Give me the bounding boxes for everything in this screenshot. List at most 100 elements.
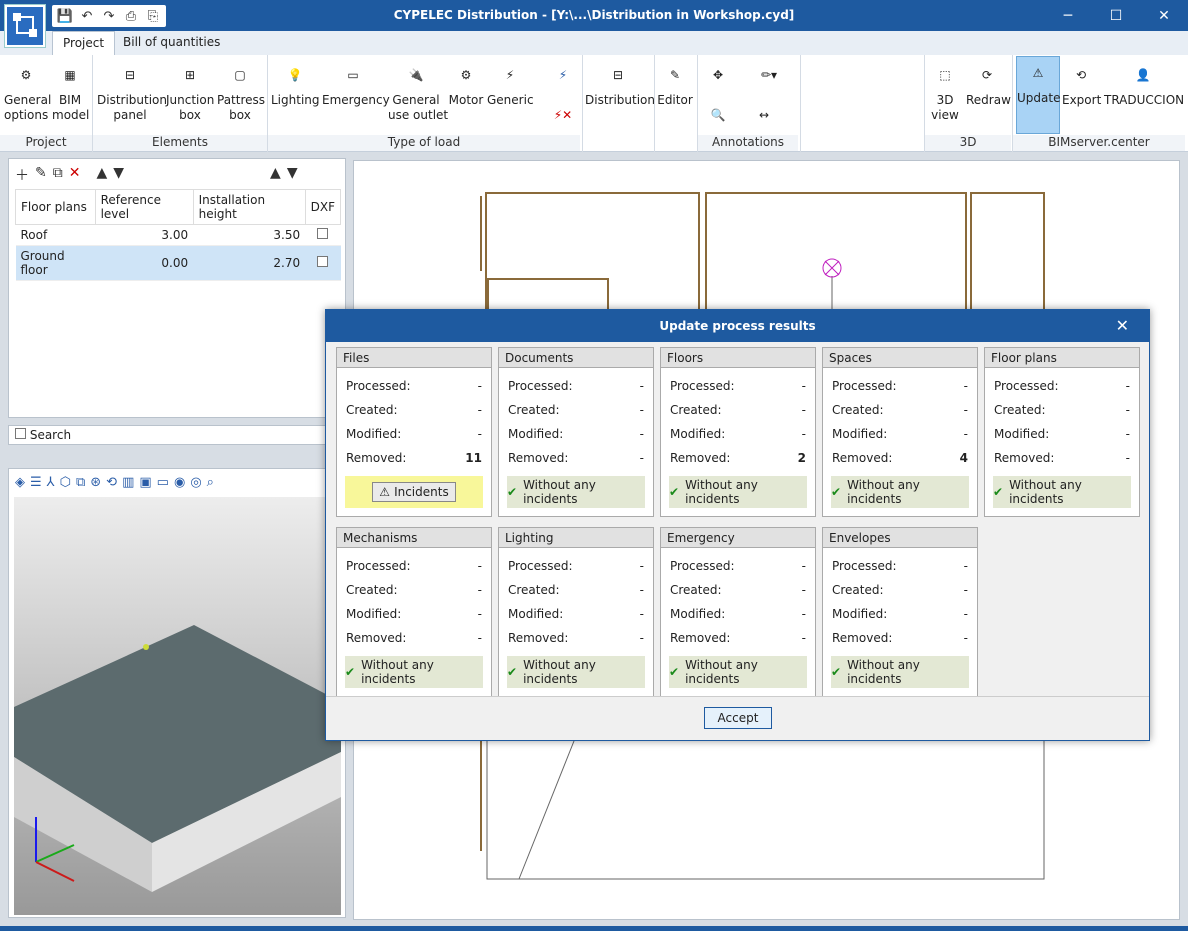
- building-3d-render: [14, 625, 341, 892]
- reference-level: 0.00: [95, 245, 194, 281]
- motor-button[interactable]: ⚙ Motor: [447, 59, 485, 108]
- installation-height: 3.50: [193, 224, 306, 246]
- delete-icon[interactable]: ✕: [69, 165, 81, 185]
- user-check-icon: 👤: [1135, 67, 1151, 82]
- dimension-button[interactable]: ↔: [746, 99, 782, 133]
- row-label: Modified:: [508, 427, 564, 441]
- distribution-button[interactable]: ⊟ Distribution: [585, 59, 656, 108]
- processed-value: -: [477, 379, 482, 393]
- processed-value: -: [1125, 379, 1130, 393]
- zoom-icon[interactable]: ⌕: [207, 475, 214, 490]
- move-down-icon[interactable]: ▼: [113, 165, 124, 185]
- minimize-button[interactable]: ─: [1044, 0, 1092, 31]
- dxf-checkbox[interactable]: [317, 228, 329, 239]
- row-label: Modified:: [832, 607, 888, 621]
- column-header[interactable]: DXF: [304, 189, 342, 225]
- layers-icon[interactable]: ☰: [30, 475, 42, 490]
- dxf-checkbox[interactable]: [317, 256, 329, 267]
- junction-box-button[interactable]: ⊞ Junction box: [166, 59, 214, 123]
- general-use-outlet-button[interactable]: 🔌 General use outlet: [388, 59, 448, 123]
- picture-icon[interactable]: ▣: [139, 475, 151, 490]
- emergency-button[interactable]: ▭ Emergency: [322, 59, 390, 108]
- group-label-project: Project: [0, 135, 92, 151]
- update-button[interactable]: ⚠ Update: [1016, 56, 1060, 134]
- eye-icon[interactable]: ◉: [174, 475, 185, 490]
- generic-button[interactable]: ⚡ Generic: [487, 59, 534, 108]
- add-icon[interactable]: ＋: [15, 165, 29, 185]
- motor-label: Motor: [448, 93, 484, 107]
- axes-icon[interactable]: ⅄: [47, 475, 55, 490]
- tab-project[interactable]: Project: [52, 31, 116, 55]
- export-button[interactable]: ⟲ Export: [1062, 59, 1101, 108]
- screen-icon[interactable]: ▭: [157, 475, 169, 490]
- move-up-icon[interactable]: ▲: [96, 165, 107, 185]
- search-bar: Search: [8, 425, 346, 445]
- accept-button[interactable]: Accept: [704, 707, 772, 729]
- cube-icon[interactable]: ⬡: [60, 475, 71, 490]
- column-header[interactable]: Reference level: [94, 189, 194, 225]
- redraw-button[interactable]: ⟳ Redraw: [966, 59, 1011, 108]
- 3d-viewport[interactable]: [14, 497, 341, 915]
- delete-load-button[interactable]: ⚡✕: [546, 99, 580, 133]
- dialog-close-icon[interactable]: ✕: [1116, 310, 1129, 342]
- edit-load-button[interactable]: ⚡: [546, 59, 580, 93]
- search-checkbox[interactable]: [15, 428, 26, 439]
- undo-icon[interactable]: ↶: [78, 7, 96, 25]
- result-card-emergency: Emergency Processed: - Created: - Modified…: [660, 527, 816, 697]
- sort-up-icon[interactable]: ▲: [270, 165, 281, 185]
- 3d-view-button[interactable]: ⬚ 3D view: [928, 59, 962, 123]
- text-move-button[interactable]: ✥: [700, 59, 736, 93]
- lightning-delete-icon: ⚡✕: [553, 107, 573, 122]
- result-card-files: Files Processed: - Created: - Modified: - R…: [336, 347, 492, 517]
- column-header[interactable]: Installation height: [192, 189, 306, 225]
- redo-icon[interactable]: ↷: [100, 7, 118, 25]
- 3d-mode-icon[interactable]: ◎: [190, 475, 201, 490]
- table-row[interactable]: Roof 3.00 3.50: [15, 224, 341, 246]
- incidents-button[interactable]: ⚠ Incidents: [372, 482, 456, 502]
- editor-label: Editor: [657, 93, 693, 107]
- column-header[interactable]: Floor plans: [15, 189, 96, 225]
- rotate-icon[interactable]: ⟲: [106, 475, 117, 490]
- print-preview-icon[interactable]: ⎘: [144, 7, 162, 25]
- section-icon[interactable]: ▥: [122, 475, 134, 490]
- print-icon[interactable]: ⎙: [122, 7, 140, 25]
- status-box: ✔ Without any incidents: [831, 656, 969, 688]
- row-label: Processed:: [832, 559, 897, 573]
- row-label: Created:: [508, 583, 560, 597]
- app-logo-icon[interactable]: [4, 4, 46, 48]
- export-icon: ⟲: [1075, 67, 1087, 82]
- general-options-button[interactable]: ⚙ General options: [4, 59, 51, 123]
- distribution-label: Distribution: [585, 93, 656, 107]
- created-value: -: [963, 403, 968, 417]
- created-value: -: [477, 583, 482, 597]
- status-text: Without any incidents: [685, 478, 758, 506]
- copy-icon[interactable]: ⧉: [53, 165, 63, 185]
- maximize-button[interactable]: ☐: [1092, 0, 1140, 31]
- lighting-button[interactable]: 💡 Lighting: [271, 59, 320, 108]
- orbit-icon[interactable]: ⊛: [90, 475, 101, 490]
- bim-model-button[interactable]: ▦ BIM model: [52, 59, 89, 123]
- floor-plans-table: Floor plans Reference level Installation…: [15, 189, 342, 281]
- pattress-box-button[interactable]: ▢ Pattress box: [217, 59, 265, 123]
- save-icon[interactable]: 💾: [56, 7, 74, 25]
- result-card-mechanisms: Mechanisms Processed: - Created: - Modifie…: [336, 527, 492, 697]
- check-icon: ✔: [831, 485, 842, 499]
- row-label: Modified:: [994, 427, 1050, 441]
- cube-icon: ⬚: [939, 67, 951, 82]
- check-icon: ✔: [507, 485, 518, 499]
- 3d-icon[interactable]: ◈: [15, 475, 25, 490]
- status-box: ✔ Without any incidents: [669, 476, 807, 508]
- annotation-tools-button[interactable]: ✏▾: [746, 59, 792, 93]
- close-button[interactable]: ✕: [1140, 0, 1188, 31]
- traduccion-button[interactable]: 👤 TRADUCCION: [1104, 59, 1184, 108]
- sort-down-icon[interactable]: ▼: [287, 165, 298, 185]
- cubes-icon[interactable]: ⧉: [76, 475, 85, 490]
- text-find-button[interactable]: 🔍: [700, 99, 736, 133]
- modified-value: -: [963, 607, 968, 621]
- junction-box-label: Junction box: [166, 93, 215, 122]
- distribution-panel-button[interactable]: ⊟ Distribution panel: [97, 59, 167, 123]
- edit-icon[interactable]: ✎: [35, 165, 47, 185]
- table-row[interactable]: Ground floor 0.00 2.70: [15, 245, 341, 281]
- tab-bill-of-quantities[interactable]: Bill of quantities: [113, 31, 230, 55]
- editor-button[interactable]: ✎ Editor: [657, 59, 693, 108]
